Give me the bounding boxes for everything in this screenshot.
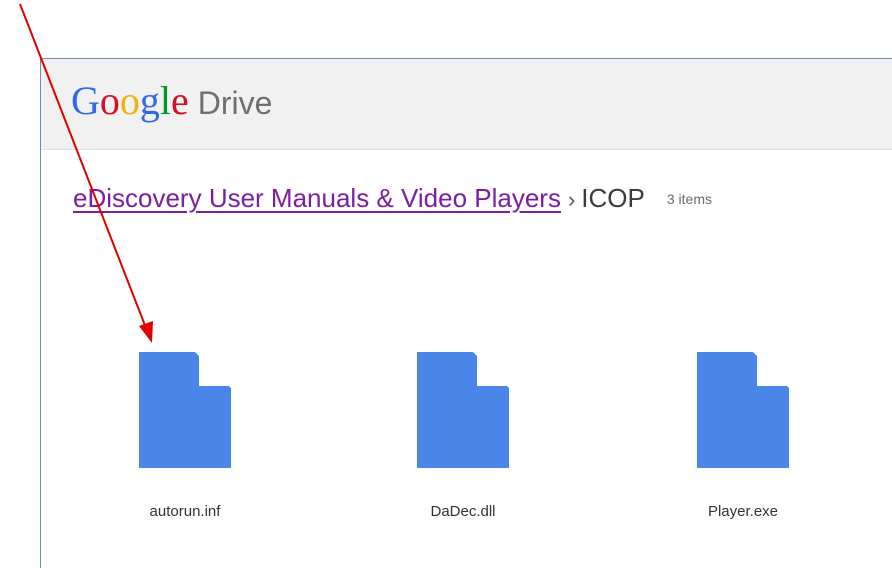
breadcrumb-current-folder: ICOP xyxy=(581,183,645,213)
google-drive-logo[interactable]: Google Drive xyxy=(71,78,272,126)
logo-letter-g2: g xyxy=(139,78,160,123)
logo-letter-o1: o xyxy=(99,78,120,123)
file-name: autorun.inf xyxy=(149,503,221,520)
logo-letter-o2: o xyxy=(119,78,140,123)
breadcrumb-separator: › xyxy=(567,187,576,212)
breadcrumb: eDiscovery User Manuals & Video Players ›… xyxy=(73,182,712,218)
breadcrumb-parent-link[interactable]: eDiscovery User Manuals & Video Players xyxy=(73,183,561,213)
logo-letter-l: l xyxy=(159,78,172,123)
file-icon xyxy=(697,352,789,468)
file-name: DaDec.dll xyxy=(430,503,496,520)
file-item-autorun[interactable]: autorun.inf xyxy=(95,352,275,520)
file-name: Player.exe xyxy=(707,503,779,520)
file-item-dadec[interactable]: DaDec.dll xyxy=(373,352,553,520)
screenshot: Google Drive eDiscovery User Manuals & Vi… xyxy=(0,0,892,568)
logo-letter-g1: G xyxy=(71,78,100,123)
logo-letter-e: e xyxy=(171,78,189,123)
file-icon xyxy=(139,352,231,468)
file-icon xyxy=(417,352,509,468)
logo-product-name: Drive xyxy=(197,85,273,121)
item-count: 3 items xyxy=(666,191,712,207)
drive-header: Google Drive xyxy=(41,59,892,150)
file-item-player[interactable]: Player.exe xyxy=(653,352,833,520)
drive-window: Google Drive eDiscovery User Manuals & Vi… xyxy=(40,58,892,568)
